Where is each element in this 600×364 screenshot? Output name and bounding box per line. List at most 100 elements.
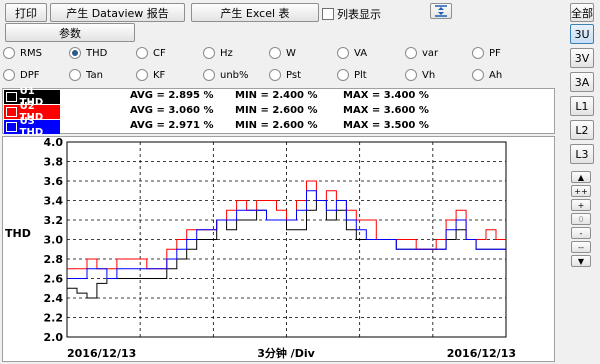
side-button-l1[interactable]: L1 xyxy=(570,96,594,116)
zoom-reset-button[interactable]: 0 xyxy=(571,213,591,225)
x-end-label: 2016/12/13 xyxy=(447,347,516,360)
radio-ah[interactable]: Ah xyxy=(472,69,502,81)
series-swatch xyxy=(6,107,17,117)
radio-dpf[interactable]: DPF xyxy=(3,69,39,81)
radio-label: Tan xyxy=(86,69,103,81)
radio-thd[interactable]: THD xyxy=(69,47,107,59)
radio-hz[interactable]: Hz xyxy=(203,47,233,59)
side-button-3a[interactable]: 3A xyxy=(570,72,594,92)
thd-chart: 4.0 3.8 3.6 3.4 3.2 3.0 2.8 2.6 2.4 2.2 2.0 THD 2016… xyxy=(2,136,555,362)
radio-dot[interactable] xyxy=(269,47,281,59)
radio-dot[interactable] xyxy=(136,69,148,81)
fit-vertical-button[interactable] xyxy=(430,3,452,19)
radio-dot[interactable] xyxy=(69,69,81,81)
radio-label: CF xyxy=(153,47,166,59)
dataview-report-button[interactable]: 产生 Dataview 报告 xyxy=(50,3,185,22)
scroll-down-button[interactable]: ▼ xyxy=(571,255,591,267)
list-display-label: 列表显示 xyxy=(337,8,381,21)
radio-dot[interactable] xyxy=(203,69,215,81)
radio-label: VA xyxy=(354,47,368,59)
radio-pst[interactable]: Pst xyxy=(269,69,301,81)
stat-max: MAX = 3.400 % xyxy=(343,90,429,101)
radio-dot[interactable] xyxy=(69,47,81,59)
series-swatch xyxy=(6,122,17,132)
radio-dot[interactable] xyxy=(337,47,349,59)
side-button-l3[interactable]: L3 xyxy=(570,144,594,164)
x-div-label: 3分钟 /Div xyxy=(257,346,315,360)
zoom-in-more-button[interactable]: ++ xyxy=(571,185,591,197)
stat-max: MAX = 3.600 % xyxy=(343,105,429,116)
x-start-label: 2016/12/13 xyxy=(67,347,136,360)
radio-label: Ah xyxy=(489,69,503,81)
stats-row: U1 THD AVG = 2.895 % MIN = 2.400 % MAX = 3.… xyxy=(3,86,554,108)
side-button-l2[interactable]: L2 xyxy=(570,120,594,140)
y-tick-label: 3.2 xyxy=(44,214,64,227)
stat-avg: AVG = 3.060 % xyxy=(130,105,214,116)
side-all-button[interactable]: 全部 xyxy=(570,3,594,22)
stat-avg: AVG = 2.895 % xyxy=(130,90,214,101)
side-button-3v[interactable]: 3V xyxy=(570,48,594,68)
radio-label: THD xyxy=(86,47,108,59)
radio-dot[interactable] xyxy=(337,69,349,81)
series-label: U3 THD xyxy=(19,116,44,138)
radio-va[interactable]: VA xyxy=(337,47,367,59)
radio-label: W xyxy=(286,47,296,59)
radio-w[interactable]: W xyxy=(269,47,296,59)
y-tick-label: 4.0 xyxy=(44,137,64,149)
radio-cf[interactable]: CF xyxy=(136,47,166,59)
stat-avg: AVG = 2.971 % xyxy=(130,120,214,131)
zoom-out-more-button[interactable]: -- xyxy=(571,241,591,253)
zoom-out-button[interactable]: - xyxy=(571,227,591,239)
y-tick-label: 2.2 xyxy=(44,312,64,325)
radio-unbpct[interactable]: unb% xyxy=(203,69,249,81)
stats-panel: U1 THD AVG = 2.895 % MIN = 2.400 % MAX = 3.… xyxy=(2,86,555,138)
stat-min: MIN = 2.400 % xyxy=(235,90,318,101)
radio-dot[interactable] xyxy=(269,69,281,81)
stat-min: MIN = 2.600 % xyxy=(235,120,318,131)
radio-label: var xyxy=(422,47,439,59)
radio-dot[interactable] xyxy=(136,47,148,59)
radio-label: DPF xyxy=(20,69,40,81)
radio-dot[interactable] xyxy=(203,47,215,59)
y-tick-label: 2.4 xyxy=(44,292,64,305)
radio-tan[interactable]: Tan xyxy=(69,69,103,81)
y-tick-label: 3.8 xyxy=(44,156,64,169)
side-button-3u[interactable]: 3U xyxy=(570,24,594,44)
params-button[interactable]: 参数 xyxy=(5,23,135,42)
list-display-checkbox[interactable]: 列表显示 xyxy=(322,6,381,22)
radio-dot[interactable] xyxy=(405,69,417,81)
radio-kf[interactable]: KF xyxy=(136,69,165,81)
radio-var[interactable]: var xyxy=(405,47,438,59)
excel-table-button[interactable]: 产生 Excel 表 xyxy=(191,3,319,22)
fit-vertical-icon xyxy=(435,5,447,17)
radio-label: RMS xyxy=(20,47,42,59)
radio-plt[interactable]: Plt xyxy=(337,69,367,81)
radio-label: KF xyxy=(153,69,166,81)
radio-label: PF xyxy=(489,47,501,59)
radio-dot[interactable] xyxy=(472,47,484,59)
radio-rms[interactable]: RMS xyxy=(3,47,42,59)
radio-label: Hz xyxy=(220,47,233,59)
y-axis-label: THD xyxy=(5,227,31,240)
zoom-in-button[interactable]: + xyxy=(571,199,591,211)
scroll-up-button[interactable]: ▲ xyxy=(571,171,591,183)
radio-label: Pst xyxy=(286,69,301,81)
y-tick-label: 3.0 xyxy=(44,234,64,247)
radio-label: unb% xyxy=(220,69,249,81)
stat-max: MAX = 3.500 % xyxy=(343,120,429,131)
radio-dot[interactable] xyxy=(3,47,15,59)
radio-label: Plt xyxy=(354,69,367,81)
radio-vh[interactable]: Vh xyxy=(405,69,435,81)
y-tick-label: 2.8 xyxy=(44,253,64,266)
radio-dot[interactable] xyxy=(405,47,417,59)
y-tick-label: 3.4 xyxy=(44,195,64,208)
checkbox-box[interactable] xyxy=(322,8,334,20)
series-tag[interactable]: U3 THD xyxy=(4,116,60,138)
radio-dot[interactable] xyxy=(3,69,15,81)
radio-dot[interactable] xyxy=(472,69,484,81)
radio-pf[interactable]: PF xyxy=(472,47,501,59)
chart-svg: 4.0 3.8 3.6 3.4 3.2 3.0 2.8 2.6 2.4 2.2 2.0 THD 2016… xyxy=(5,136,516,360)
print-button[interactable]: 打印 xyxy=(5,3,47,22)
y-tick-label: 3.6 xyxy=(44,175,64,188)
stats-row: U3 THD AVG = 2.971 % MIN = 2.600 % MAX = 3.… xyxy=(3,116,554,138)
